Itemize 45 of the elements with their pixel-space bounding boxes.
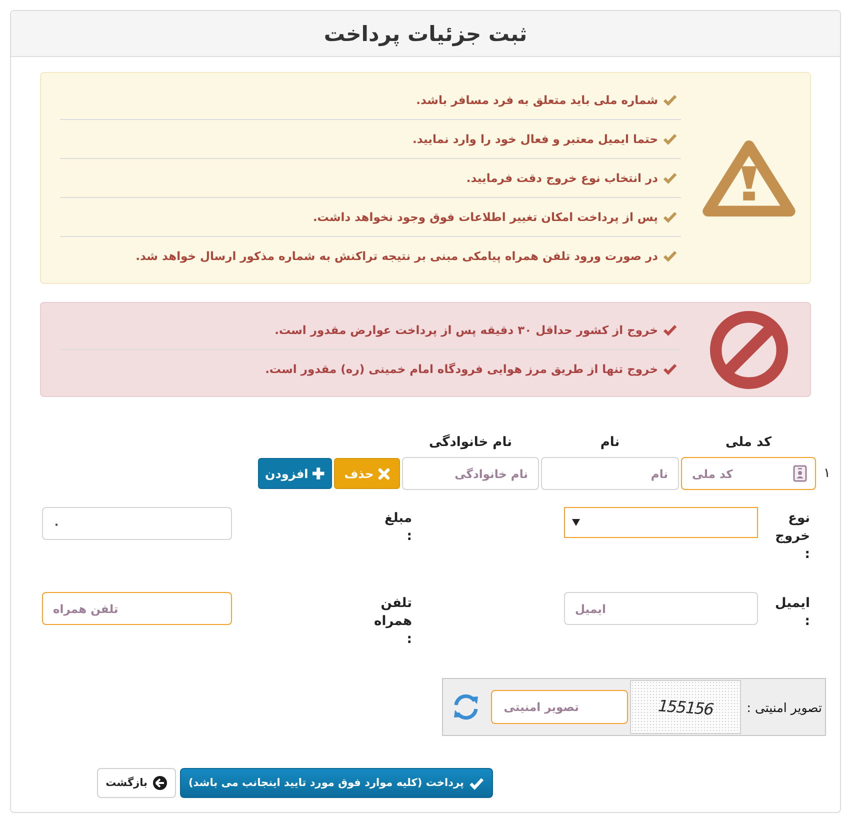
field-label: نوع خروج :: [775, 510, 810, 564]
field-label: مبلغ :: [384, 510, 412, 546]
alert-message: خروج از کشور حداقل ۳۰ دقیقه پس از پرداخت عوارض مقدور است.: [274, 322, 658, 338]
alert-message: در صورت ورود تلفن همراه پیامکی مبنی بر نتیجه تراکنش به شماره مذکور ارسال خواهد شد.: [136, 248, 658, 264]
add-button[interactable]: افزودن: [258, 458, 332, 489]
check-icon: [663, 94, 677, 106]
national-id-field[interactable]: کد ملی: [681, 457, 816, 490]
pay-button[interactable]: پرداخت (کلیه موارد فوق مورد تایید اینجانب می باشد): [180, 768, 493, 798]
column-label: نام خانوادگی: [429, 435, 512, 451]
person-card-icon: [793, 465, 807, 482]
page-title: ثبت جزئیات پرداخت: [324, 22, 528, 46]
cross-icon: [378, 468, 390, 480]
back-button[interactable]: بازگشت: [96, 768, 176, 798]
prohibited-icon: [710, 310, 788, 388]
check-icon: [663, 363, 677, 375]
column-label: کد ملی: [725, 435, 772, 451]
alert-message: حتما ایمیل معتبر و فعال خود را وارد نمایید.: [412, 130, 658, 148]
email-field[interactable]: ایمیل: [564, 592, 758, 625]
check-icon: [663, 172, 677, 184]
caret-icon: [572, 519, 580, 526]
text-field[interactable]: نام خانوادگی: [402, 457, 539, 490]
field-label: ایمیل :: [775, 595, 810, 631]
left-arrow-circle-icon: [152, 776, 166, 790]
amount-field[interactable]: ۰: [42, 507, 232, 540]
captcha-field[interactable]: تصویر امنیتی: [490, 690, 628, 724]
check-icon: [469, 776, 484, 790]
text-field[interactable]: نام: [541, 457, 679, 490]
exit-type-select[interactable]: [564, 507, 758, 538]
alert-message: شماره ملی باید متعلق به فرد مسافر باشد.: [416, 92, 658, 108]
alert-message: در انتخاب نوع خروج دقت فرمایید.: [466, 170, 658, 186]
row-number: ۱: [824, 466, 830, 481]
check-icon: [663, 324, 677, 336]
captcha-code: 155156: [655, 696, 716, 718]
captcha-label: تصویر امنیتی :: [746, 700, 822, 714]
column-label: نام: [600, 435, 620, 451]
refresh-icon[interactable]: [452, 694, 480, 720]
warning-icon: [702, 138, 796, 218]
phone-field[interactable]: تلفن همراه: [42, 592, 232, 625]
check-icon: [663, 250, 677, 262]
alert-message: خروج تنها از طریق مرز هوایی فرودگاه امام خمینی (ره) مقدور است.: [265, 360, 658, 378]
alert-message: پس از پرداخت امکان تغییر اطلاعات فوق وجود نخواهد داشت.: [312, 208, 658, 226]
check-icon: [663, 211, 677, 223]
check-icon: [663, 133, 677, 145]
field-label: تلفن همراه :: [374, 595, 412, 649]
plus-icon: [312, 467, 325, 480]
